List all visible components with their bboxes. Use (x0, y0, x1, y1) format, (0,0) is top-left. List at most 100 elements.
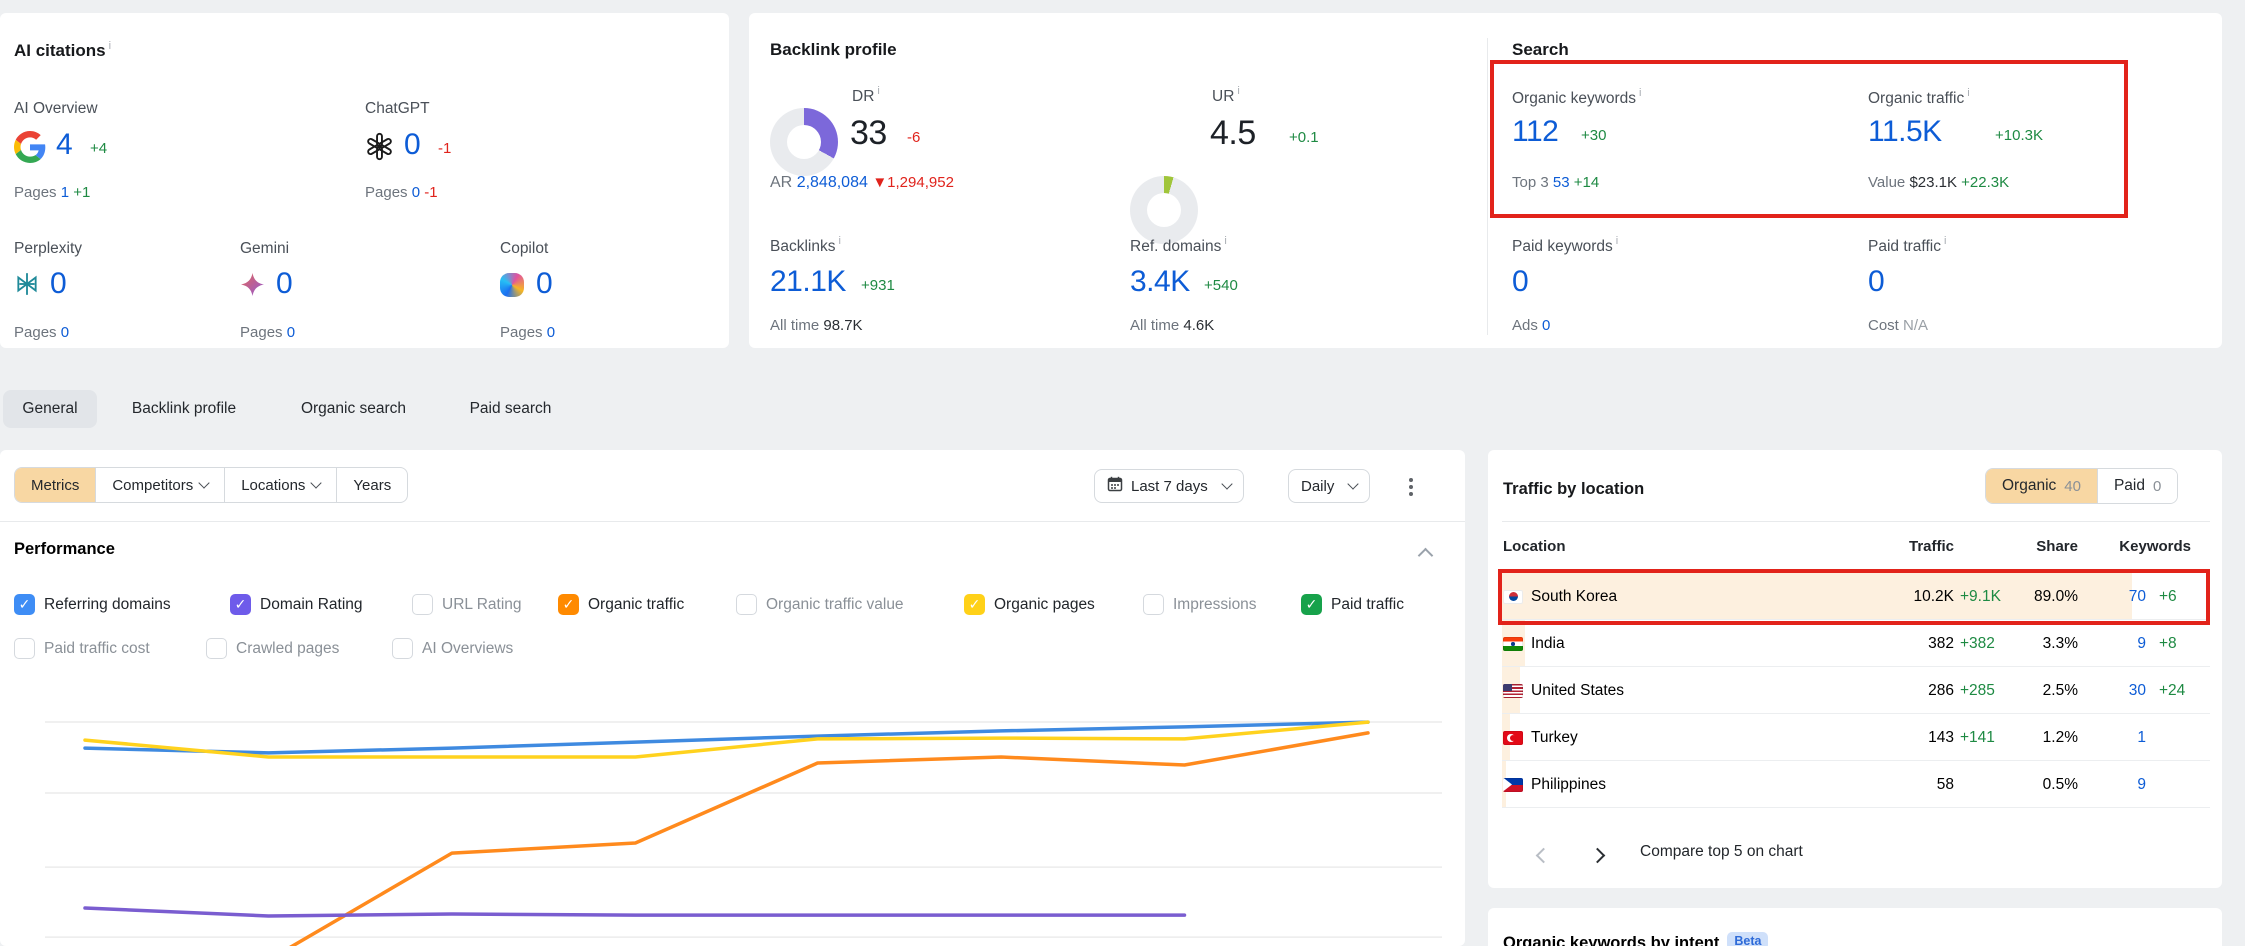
ur-value: 4.5 (1210, 114, 1256, 153)
tab-general[interactable]: General (3, 390, 97, 428)
card-divider (1487, 38, 1488, 335)
checkbox-crawled-pages[interactable]: Crawled pages (206, 638, 339, 659)
checkbox-organic-traffic-value[interactable]: Organic traffic value (736, 594, 904, 615)
checkbox-organic-traffic[interactable]: ✓Organic traffic (558, 594, 684, 615)
table-row-philippines[interactable]: Philippines 58 0.5% 9 (1502, 761, 2210, 808)
collapse-section-button[interactable] (1420, 548, 1431, 566)
checkbox-label: Organic pages (994, 596, 1095, 614)
traffic-by-location-title: Traffic by location (1503, 480, 1644, 499)
checkbox-icon (1143, 594, 1164, 615)
flag-south-korea-icon (1503, 590, 1523, 604)
info-icon[interactable]: i (1237, 85, 1239, 97)
info-icon[interactable]: i (1639, 87, 1641, 99)
checkbox-paid-traffic[interactable]: ✓Paid traffic (1301, 594, 1404, 615)
col-header-location[interactable]: Location (1503, 538, 1566, 555)
copilot-icon (500, 273, 524, 297)
table-row-india[interactable]: India 382 +382 3.3% 9 +8 (1502, 620, 2210, 667)
checkbox-impressions[interactable]: Impressions (1143, 594, 1257, 615)
gemini-value: 0 (276, 267, 292, 301)
ar-row: AR 2,848,084 ▼1,294,952 (770, 174, 954, 192)
checkbox-domain-rating[interactable]: ✓ Domain Rating (230, 594, 363, 615)
chatgpt-pages: Pages 0 -1 (365, 184, 438, 201)
toggle-paid[interactable]: Paid 0 (2097, 469, 2177, 503)
next-page-button[interactable] (1588, 844, 1607, 870)
ur-donut (1130, 176, 1198, 244)
checkbox-icon: ✓ (230, 594, 251, 615)
checkbox-label: Domain Rating (260, 596, 363, 614)
dr-delta: -6 (907, 129, 920, 146)
toggle-organic[interactable]: Organic 40 (1986, 469, 2097, 503)
dr-label: DRi (852, 85, 880, 106)
ai-citations-title: AI citationsi (14, 40, 111, 61)
table-row-turkey[interactable]: Turkey 143 +141 1.2% 1 (1502, 714, 2210, 761)
ref-domains-value: 3.4K (1130, 265, 1190, 299)
gemini-pages: Pages 0 (240, 324, 295, 341)
organic-traffic-label: Organic traffici (1868, 87, 1970, 108)
ai-overview-delta: +4 (90, 140, 107, 157)
backlinks-label: Backlinksi (770, 235, 841, 256)
paid-traffic-sub: Cost N/A (1868, 317, 1928, 334)
checkbox-url-rating[interactable]: URL Rating (412, 594, 522, 615)
organic-keywords-by-intent-title: Organic keywords by intentBeta (1503, 934, 1768, 946)
checkbox-label: AI Overviews (422, 640, 513, 658)
checkbox-label: Paid traffic cost (44, 640, 150, 658)
info-icon[interactable]: i (1616, 235, 1618, 247)
segment-locations[interactable]: Locations (225, 468, 337, 502)
ai-citations-card: AI citationsi AI Overview 4 +4 Pages 1 +… (0, 13, 729, 348)
col-header-traffic[interactable]: Traffic (1894, 538, 1954, 555)
segment-years[interactable]: Years (337, 468, 407, 502)
organic-traffic-value: 11.5K (1868, 115, 1942, 149)
tab-organic-search[interactable]: Organic search (283, 390, 424, 428)
checkbox-icon: ✓ (964, 594, 985, 615)
info-icon[interactable]: i (877, 85, 879, 97)
segment-competitors[interactable]: Competitors (96, 468, 225, 502)
granularity-button[interactable]: Daily (1288, 469, 1370, 503)
col-header-keywords[interactable]: Keywords (2101, 538, 2191, 555)
info-icon[interactable]: i (1967, 87, 1969, 99)
checkbox-label: Impressions (1173, 596, 1257, 614)
col-header-share[interactable]: Share (2007, 538, 2078, 555)
checkbox-label: Paid traffic (1331, 596, 1404, 614)
chevron-right-icon (1590, 848, 1606, 864)
chatgpt-value: 0 (404, 128, 420, 162)
checkbox-paid-traffic-cost[interactable]: Paid traffic cost (14, 638, 150, 659)
table-row-south-korea[interactable]: South Korea 10.2K +9.1K 89.0% 70 +6 (1502, 573, 2210, 620)
checkbox-label: Organic traffic value (766, 596, 904, 614)
info-icon[interactable]: i (1224, 235, 1226, 247)
checkbox-referring-domains[interactable]: ✓Referring domains (14, 594, 171, 615)
chevron-down-icon (311, 477, 322, 488)
paid-traffic-label: Paid traffici (1868, 235, 1946, 256)
toolbar-divider (0, 521, 1465, 522)
checkbox-label: URL Rating (442, 596, 522, 614)
flag-united-states-icon (1503, 684, 1523, 698)
info-icon[interactable]: i (1944, 235, 1946, 247)
compare-top5-link[interactable]: Compare top 5 on chart (1640, 843, 1803, 861)
more-options-button[interactable] (1405, 474, 1417, 500)
chevron-up-icon (1418, 548, 1434, 564)
ref-domains-label: Ref. domainsi (1130, 235, 1227, 256)
paid-keywords-label: Paid keywordsi (1512, 235, 1618, 256)
ai-overview-label: AI Overview (14, 100, 98, 118)
checkbox-organic-pages[interactable]: ✓ Organic pages (964, 594, 1095, 615)
organic-traffic-delta: +10.3K (1995, 127, 2043, 144)
chevron-down-icon (199, 477, 210, 488)
backlink-profile-title: Backlink profile (770, 40, 897, 60)
header-divider (1502, 521, 2210, 522)
prev-page-button[interactable] (1534, 844, 1553, 870)
flag-philippines-icon (1503, 778, 1523, 792)
ur-label: URi (1212, 85, 1240, 106)
ai-overview-value: 4 (56, 128, 72, 162)
paid-keywords-sub: Ads 0 (1512, 317, 1550, 334)
segment-metrics[interactable]: Metrics (15, 468, 96, 502)
info-icon[interactable]: i (838, 235, 840, 247)
ai-overview-pages: Pages 1 +1 (14, 184, 90, 201)
checkbox-icon (392, 638, 413, 659)
metrics-toolbar: Metrics Competitors Locations Years (14, 467, 408, 503)
traffic-by-location-panel: Traffic by location Organic 40 Paid 0 Lo… (1488, 450, 2222, 888)
date-range-button[interactable]: Last 7 days (1094, 469, 1244, 503)
checkbox-ai-overviews[interactable]: AI Overviews (392, 638, 513, 659)
tab-backlink-profile[interactable]: Backlink profile (115, 390, 253, 428)
tab-paid-search[interactable]: Paid search (455, 390, 566, 428)
table-row-united-states[interactable]: United States 286 +285 2.5% 30 +24 (1502, 667, 2210, 714)
info-icon[interactable]: i (109, 40, 111, 52)
